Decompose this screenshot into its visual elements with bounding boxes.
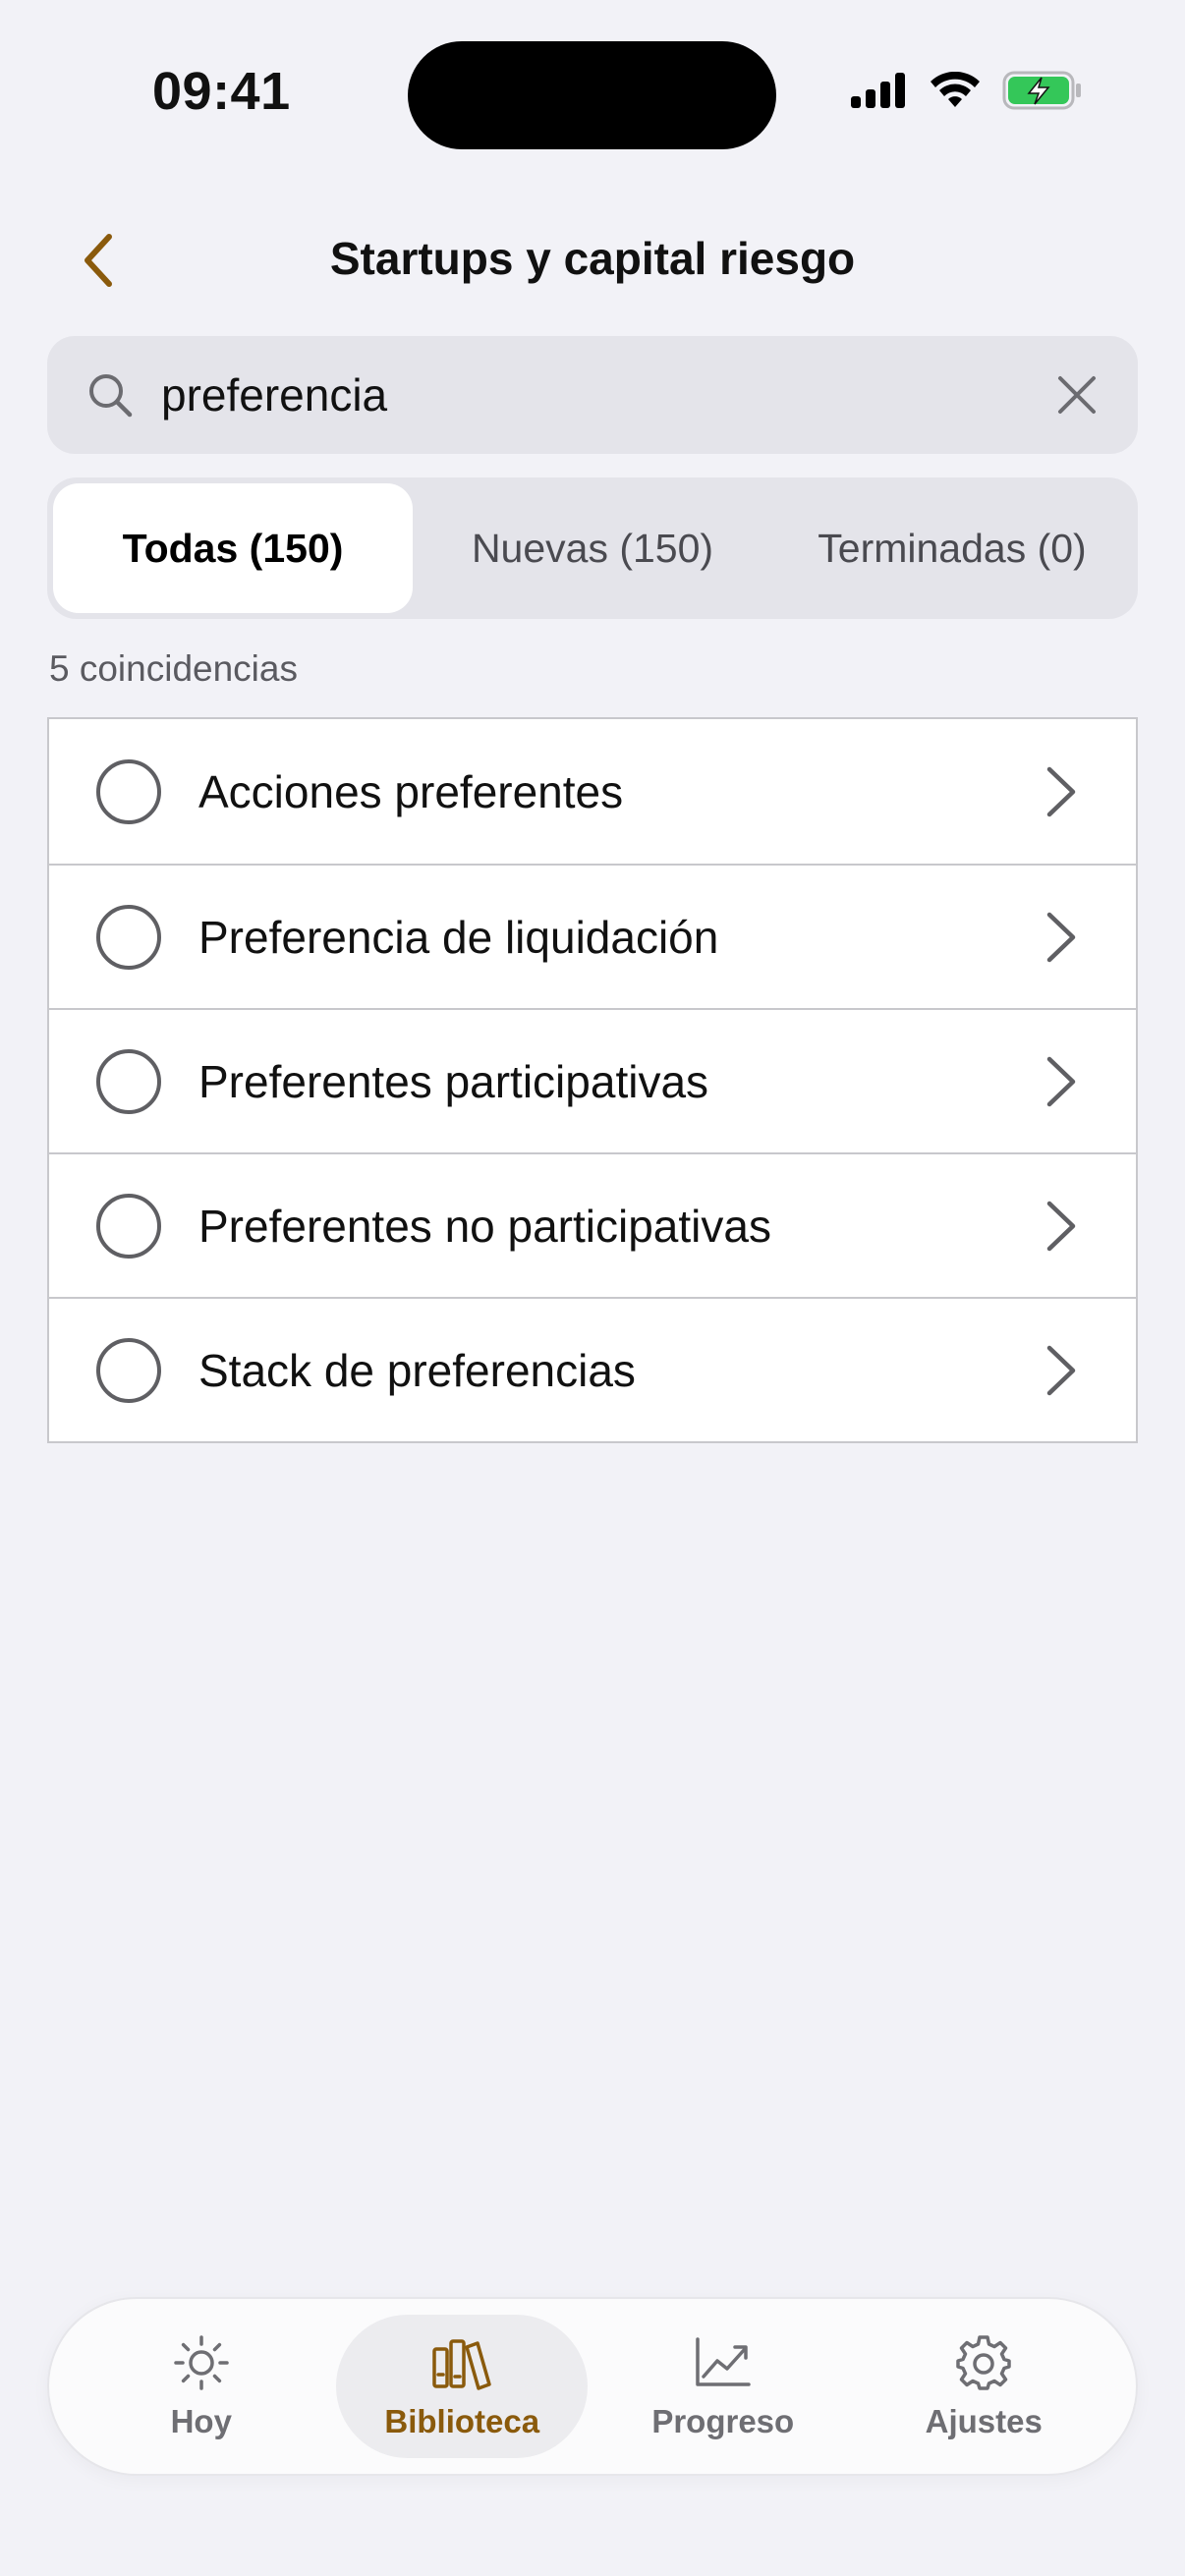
- tab-label: Hoy: [170, 2403, 232, 2439]
- books-icon: [431, 2332, 492, 2393]
- tab-hoy[interactable]: Hoy: [76, 2315, 327, 2458]
- list-item[interactable]: Preferentes participativas: [49, 1008, 1136, 1152]
- list-item-label: Preferentes participativas: [198, 1055, 709, 1107]
- filter-segmented-control: Todas (150) Nuevas (150) Terminadas (0): [47, 477, 1138, 619]
- tab-ajustes[interactable]: Ajustes: [858, 2315, 1109, 2458]
- list-item-label: Acciones preferentes: [198, 765, 624, 817]
- radio-circle-icon[interactable]: [96, 758, 161, 824]
- wifi-icon: [931, 72, 980, 107]
- chevron-right-icon: [1045, 1341, 1085, 1400]
- tab-label: Ajustes: [925, 2403, 1043, 2439]
- dynamic-island: [408, 41, 776, 149]
- battery-charging-icon: [1002, 71, 1081, 110]
- search-bar: [47, 336, 1138, 454]
- clear-search-button[interactable]: [1047, 365, 1106, 424]
- segment-todas[interactable]: Todas (150): [53, 483, 413, 613]
- list-item-label: Preferentes no participativas: [198, 1200, 771, 1252]
- sun-icon: [171, 2332, 232, 2393]
- results-list: Acciones preferentes Preferencia de liqu…: [47, 717, 1138, 1443]
- list-item-label: Preferencia de liquidación: [198, 911, 719, 963]
- tab-progreso[interactable]: Progreso: [597, 2315, 849, 2458]
- match-count: 5 coincidencias: [49, 648, 298, 689]
- radio-circle-icon[interactable]: [96, 904, 161, 970]
- list-item[interactable]: Preferencia de liquidación: [49, 864, 1136, 1008]
- page-title: Startups y capital riesgo: [329, 233, 856, 284]
- list-item-label: Stack de preferencias: [198, 1344, 636, 1396]
- radio-circle-icon[interactable]: [96, 1048, 161, 1114]
- tab-label: Biblioteca: [384, 2403, 540, 2439]
- list-item[interactable]: Stack de preferencias: [49, 1297, 1136, 1441]
- chevron-right-icon: [1045, 762, 1085, 821]
- tab-bar: Hoy Biblioteca Progreso Ajustes: [47, 2297, 1138, 2476]
- gear-icon: [953, 2332, 1014, 2393]
- cellular-signal-icon: [851, 73, 905, 108]
- chart-icon: [693, 2332, 754, 2393]
- close-icon: [1058, 376, 1096, 414]
- status-time: 09:41: [152, 62, 291, 121]
- chevron-right-icon: [1045, 1197, 1085, 1256]
- chevron-right-icon: [1045, 908, 1085, 967]
- search-icon: [86, 371, 134, 419]
- tab-biblioteca[interactable]: Biblioteca: [336, 2315, 589, 2458]
- segment-terminadas[interactable]: Terminadas (0): [772, 483, 1132, 613]
- segment-nuevas[interactable]: Nuevas (150): [413, 483, 772, 613]
- radio-circle-icon[interactable]: [96, 1337, 161, 1403]
- chevron-right-icon: [1045, 1052, 1085, 1111]
- status-icons: [851, 71, 1083, 110]
- screen: 09:41 Startups y capital riesgo preferen…: [0, 0, 1185, 2576]
- tab-label: Progreso: [651, 2403, 795, 2439]
- list-item[interactable]: Preferentes no participativas: [49, 1152, 1136, 1297]
- list-item[interactable]: Acciones preferentes: [49, 719, 1136, 864]
- search-input[interactable]: [161, 368, 1047, 421]
- radio-circle-icon[interactable]: [96, 1193, 161, 1259]
